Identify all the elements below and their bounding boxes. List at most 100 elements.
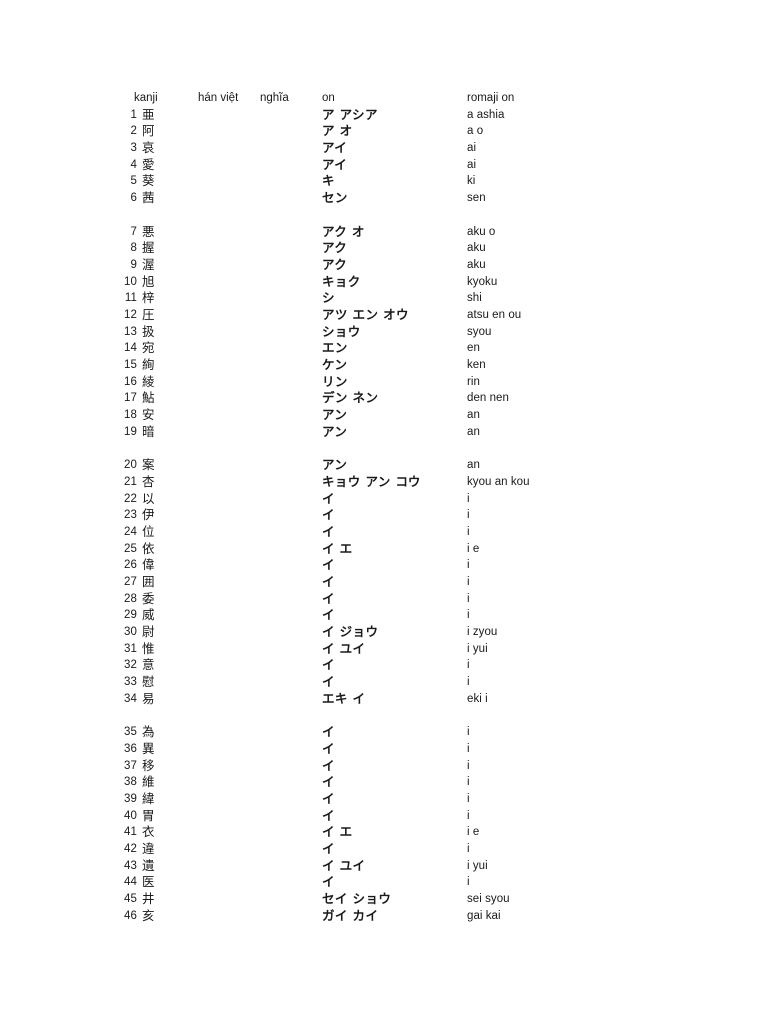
header-kanji: kanji — [134, 92, 158, 104]
cell-romaji-on: aku o — [467, 225, 496, 238]
cell-on-reading: リン — [322, 373, 348, 389]
row-number: 4 — [130, 158, 137, 171]
table-row: 35 為 イ i — [117, 724, 677, 741]
cell-on-reading: イ — [322, 490, 335, 506]
cell-romaji-on: shi — [467, 292, 482, 305]
cell-kanji: 綾 — [142, 373, 155, 389]
cell-on-reading: アイ — [322, 156, 348, 172]
table-row: 9 渥 アク aku — [117, 257, 677, 274]
table-row: 34 易 エキ イ eki i — [117, 691, 677, 708]
row-number: 5 — [130, 175, 137, 188]
row-number: 31 — [124, 642, 137, 655]
table-row: 19 暗 アン an — [117, 424, 677, 441]
cell-romaji-on: i — [467, 776, 470, 789]
cell-romaji-on: gai kai — [467, 909, 501, 922]
cell-romaji-on: an — [467, 459, 480, 472]
cell-on-reading: イ ユイ — [322, 857, 366, 873]
cell-on-reading: アイ — [322, 140, 348, 156]
table-row: 20 案 アン an — [117, 457, 677, 474]
cell-kanji: 以 — [142, 490, 155, 506]
row-number: 23 — [124, 509, 137, 522]
cell-kanji: 圧 — [142, 306, 155, 322]
table-row: 42 違 イ i — [117, 841, 677, 858]
cell-on-reading: イ — [322, 590, 335, 606]
cell-romaji-on: kyoku — [467, 275, 498, 288]
cell-kanji: 愛 — [142, 156, 155, 172]
row-number: 13 — [124, 325, 137, 338]
cell-romaji-on: i — [467, 676, 470, 689]
cell-kanji: 宛 — [142, 340, 155, 356]
table-row: 2阿 ア オ a o — [117, 123, 677, 140]
table-row: 37 移 イ i — [117, 758, 677, 775]
row-number: 33 — [124, 676, 137, 689]
cell-on-reading: アン — [322, 407, 348, 423]
cell-kanji: 旭 — [142, 273, 155, 289]
cell-kanji: 囲 — [142, 573, 155, 589]
table-row: 45 井 セイ ショウ sei syou — [117, 891, 677, 908]
cell-on-reading: イ エ — [322, 540, 353, 556]
cell-romaji-on: i yui — [467, 859, 488, 872]
cell-on-reading: ア オ — [322, 123, 353, 139]
cell-on-reading: セン — [322, 190, 348, 206]
table-row: 26 偉 イ i — [117, 557, 677, 574]
cell-kanji: 惟 — [142, 640, 155, 656]
cell-on-reading: イ — [322, 774, 335, 790]
cell-romaji-on: i yui — [467, 642, 488, 655]
row-number: 41 — [124, 826, 137, 839]
cell-kanji: 委 — [142, 590, 155, 606]
cell-kanji: 渥 — [142, 256, 155, 272]
row-number: 39 — [124, 792, 137, 805]
row-number: 8 — [130, 242, 137, 255]
cell-kanji: 胃 — [142, 807, 155, 823]
table-row: 33 慰 イ i — [117, 674, 677, 691]
table-row: 41 衣 イ エ i e — [117, 824, 677, 841]
table-row: 22 以 イ i — [117, 491, 677, 508]
table-row: 13 扱 ショウ syou — [117, 324, 677, 341]
table-row: 44 医 イ i — [117, 874, 677, 891]
cell-kanji: 悪 — [142, 223, 155, 239]
row-number: 35 — [124, 726, 137, 739]
row-number: 42 — [124, 842, 137, 855]
cell-on-reading: イ — [322, 840, 335, 856]
table-row: 5 葵 キ ki — [117, 173, 677, 190]
row-number: 26 — [124, 559, 137, 572]
row-number: 15 — [124, 359, 137, 371]
cell-on-reading: アン — [322, 423, 348, 439]
table-row: 1亜 ア アシア a ashia — [117, 107, 677, 124]
row-number: 14 — [124, 342, 137, 355]
table-row: 24 位 イ i — [117, 524, 677, 541]
cell-kanji: 暗 — [142, 423, 155, 439]
row-number: 2 — [130, 125, 137, 138]
cell-kanji: 緯 — [142, 790, 155, 806]
cell-kanji: 哀 — [142, 140, 155, 156]
cell-kanji: 井 — [142, 891, 155, 906]
cell-on-reading: ケン — [322, 357, 348, 372]
row-number: 34 — [124, 692, 137, 705]
cell-kanji: 尉 — [142, 624, 155, 639]
cell-kanji: 安 — [142, 407, 155, 423]
row-number: 28 — [124, 592, 137, 605]
table-row: 46 亥 ガイ カイ gai kai — [117, 908, 677, 925]
cell-kanji: 為 — [142, 724, 155, 740]
cell-kanji: 威 — [142, 607, 155, 623]
row-number: 6 — [130, 192, 137, 205]
cell-romaji-on: aku — [467, 258, 486, 271]
row-number: 7 — [130, 225, 137, 238]
cell-romaji-on: a ashia — [467, 108, 505, 121]
cell-romaji-on: eki i — [467, 692, 488, 705]
table-row: 43 遺 イ ユイ i yui — [117, 858, 677, 875]
cell-kanji: 位 — [142, 523, 155, 539]
cell-kanji: 亜 — [142, 106, 155, 122]
table-row: 16 綾 リン rin — [117, 374, 677, 391]
table-row: 32 意 イ i — [117, 657, 677, 674]
cell-kanji: 依 — [142, 540, 155, 556]
cell-romaji-on: atsu en ou — [467, 308, 522, 321]
cell-on-reading: キョウ アン コウ — [322, 473, 421, 489]
cell-kanji: 異 — [142, 740, 155, 756]
cell-romaji-on: den nen — [467, 392, 509, 405]
row-number: 1 — [130, 108, 137, 121]
cell-romaji-on: aku — [467, 242, 486, 255]
table-row: 8 握 アク aku — [117, 240, 677, 257]
